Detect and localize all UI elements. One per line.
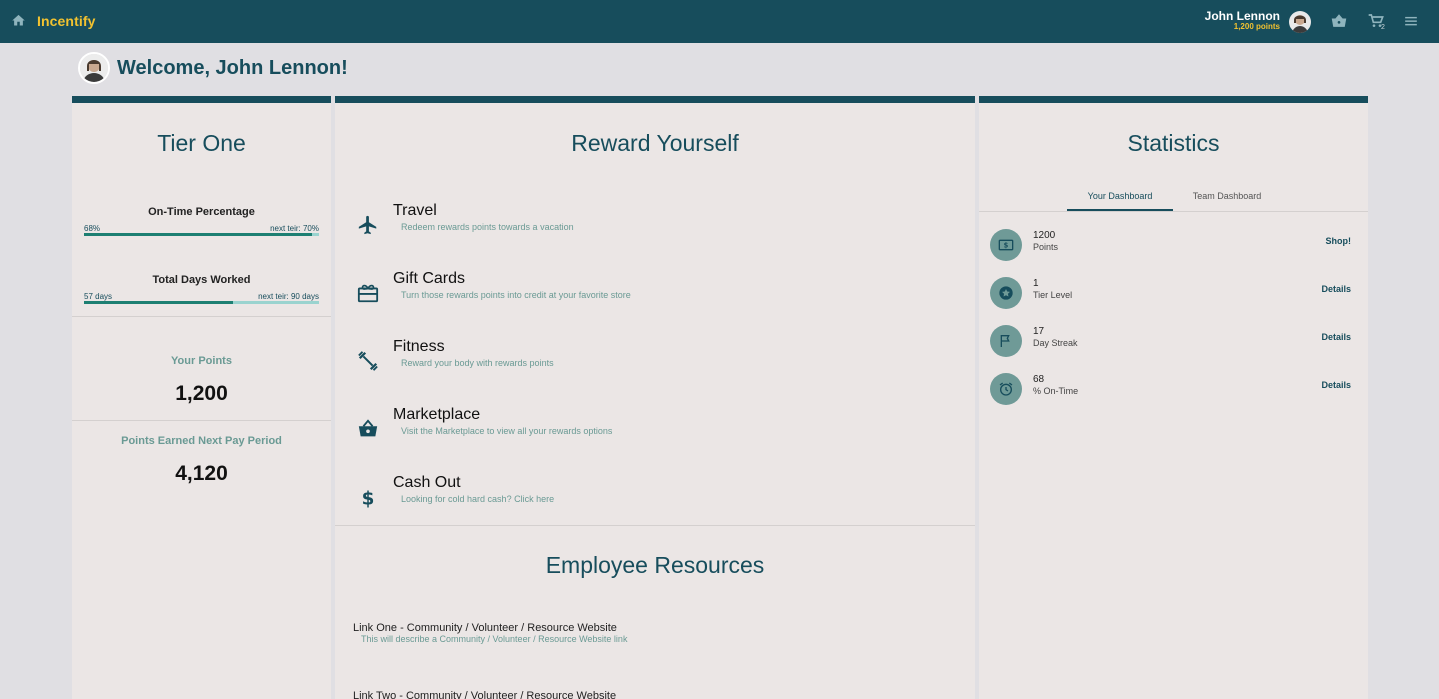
resource-link[interactable]: Link One - Community / Volunteer / Resou… bbox=[353, 622, 617, 634]
page-title: Welcome, John Lennon! bbox=[117, 57, 348, 79]
divider bbox=[72, 316, 331, 317]
stat-row-tier-level: 1 Tier Level Details bbox=[979, 277, 1368, 317]
dollar-bill-icon: $ bbox=[998, 239, 1014, 251]
stat-row-points: $ 1200 Points Shop! bbox=[979, 229, 1368, 269]
home-icon[interactable] bbox=[11, 13, 26, 28]
reward-name: Gift Cards bbox=[393, 270, 466, 287]
statistics-title: Statistics bbox=[1127, 130, 1220, 156]
rewards-panel: Reward Yourself Travel Redeem rewards po… bbox=[335, 96, 975, 699]
resource-description: This will describe a Community / Volunte… bbox=[361, 634, 628, 644]
days-worked-progress-bar bbox=[84, 301, 319, 304]
welcome-avatar bbox=[78, 52, 110, 84]
stat-label: Tier Level bbox=[1033, 290, 1073, 300]
reward-description: Reward your body with rewards points bbox=[401, 358, 554, 368]
stat-icon-circle bbox=[990, 325, 1022, 357]
stat-value: 1200 bbox=[1033, 230, 1056, 241]
dumbbell-icon bbox=[358, 351, 378, 371]
tab-team-dashboard[interactable]: Team Dashboard bbox=[1177, 191, 1277, 201]
progress-fill bbox=[84, 233, 312, 236]
stat-value: 68 bbox=[1033, 374, 1045, 385]
your-points-value: 1,200 bbox=[175, 382, 228, 405]
stat-label: Points bbox=[1033, 242, 1059, 252]
your-points-label: Your Points bbox=[171, 355, 232, 367]
metric-next: next teir: 70% bbox=[270, 224, 319, 233]
divider bbox=[72, 420, 331, 421]
stat-label: Day Streak bbox=[1033, 338, 1078, 348]
statistics-panel: Statistics Your Dashboard Team Dashboard… bbox=[979, 96, 1368, 699]
reward-name: Travel bbox=[393, 202, 437, 219]
airplane-icon bbox=[358, 215, 377, 235]
menu-icon[interactable] bbox=[1404, 14, 1418, 28]
star-badge-icon bbox=[999, 286, 1013, 300]
stat-row-day-streak: 17 Day Streak Details bbox=[979, 325, 1368, 365]
svg-text:$: $ bbox=[1004, 242, 1009, 250]
divider bbox=[979, 211, 1368, 212]
reward-name: Marketplace bbox=[393, 406, 481, 423]
progress-fill bbox=[84, 301, 233, 304]
cart-count-badge: 2 bbox=[1381, 24, 1385, 31]
reward-description: Redeem rewards points towards a vacation bbox=[401, 222, 574, 232]
tier-panel: Tier One On-Time Percentage 68% next tei… bbox=[72, 96, 331, 699]
basket-icon[interactable] bbox=[1331, 13, 1347, 29]
reward-item-travel[interactable]: Travel Redeem rewards points towards a v… bbox=[335, 202, 975, 262]
stat-label: % On-Time bbox=[1033, 386, 1079, 396]
reward-item-marketplace[interactable]: Marketplace Visit the Marketplace to vie… bbox=[335, 406, 975, 466]
reward-item-fitness[interactable]: Fitness Reward your body with rewards po… bbox=[335, 338, 975, 398]
details-link[interactable]: Details bbox=[1321, 284, 1351, 294]
divider bbox=[335, 525, 975, 526]
top-navigation-bar: Incentify John Lennon 1,200 points 2 bbox=[0, 0, 1439, 43]
resources-title: Employee Resources bbox=[545, 552, 765, 578]
tier-title: Tier One bbox=[157, 130, 246, 156]
brand-logo[interactable]: Incentify bbox=[37, 13, 95, 29]
metric-next: next teir: 90 days bbox=[258, 292, 319, 301]
reward-description: Visit the Marketplace to view all your r… bbox=[401, 426, 613, 436]
svg-text:$: $ bbox=[362, 488, 375, 508]
tab-your-dashboard[interactable]: Your Dashboard bbox=[1067, 191, 1173, 201]
metric-current: 68% bbox=[84, 224, 101, 233]
details-link[interactable]: Details bbox=[1321, 380, 1351, 390]
dollar-icon: $ bbox=[362, 488, 375, 508]
reward-name: Cash Out bbox=[393, 474, 461, 491]
user-points: 1,200 points bbox=[1233, 22, 1280, 31]
metric-label: On-Time Percentage bbox=[148, 206, 255, 218]
reward-item-gift-cards[interactable]: Gift Cards Turn those rewards points int… bbox=[335, 270, 975, 330]
avatar[interactable] bbox=[1289, 11, 1311, 33]
stat-value: 17 bbox=[1033, 326, 1045, 337]
rewards-title: Reward Yourself bbox=[571, 130, 739, 156]
reward-description: Looking for cold hard cash? Click here bbox=[401, 494, 555, 504]
next-period-label: Points Earned Next Pay Period bbox=[121, 435, 282, 447]
details-link[interactable]: Details bbox=[1321, 332, 1351, 342]
metric-current: 57 days bbox=[84, 292, 113, 301]
shop-link[interactable]: Shop! bbox=[1326, 236, 1352, 246]
flag-icon bbox=[1000, 335, 1010, 347]
stat-icon-circle bbox=[990, 277, 1022, 309]
stat-icon-circle bbox=[990, 373, 1022, 405]
user-name: John Lennon bbox=[1204, 9, 1280, 23]
stat-icon-circle: $ bbox=[990, 229, 1022, 261]
on-time-progress-bar bbox=[84, 233, 319, 236]
basket-icon bbox=[358, 419, 378, 437]
stat-value: 1 bbox=[1033, 278, 1039, 289]
alarm-clock-icon bbox=[999, 382, 1013, 396]
gift-card-icon bbox=[357, 284, 379, 303]
next-period-value: 4,120 bbox=[175, 462, 228, 485]
stat-row-on-time: 68 % On-Time Details bbox=[979, 373, 1368, 413]
metric-label: Total Days Worked bbox=[152, 274, 251, 286]
reward-name: Fitness bbox=[393, 338, 445, 355]
reward-description: Turn those rewards points into credit at… bbox=[401, 290, 631, 300]
resource-link[interactable]: Link Two - Community / Volunteer / Resou… bbox=[353, 690, 616, 699]
